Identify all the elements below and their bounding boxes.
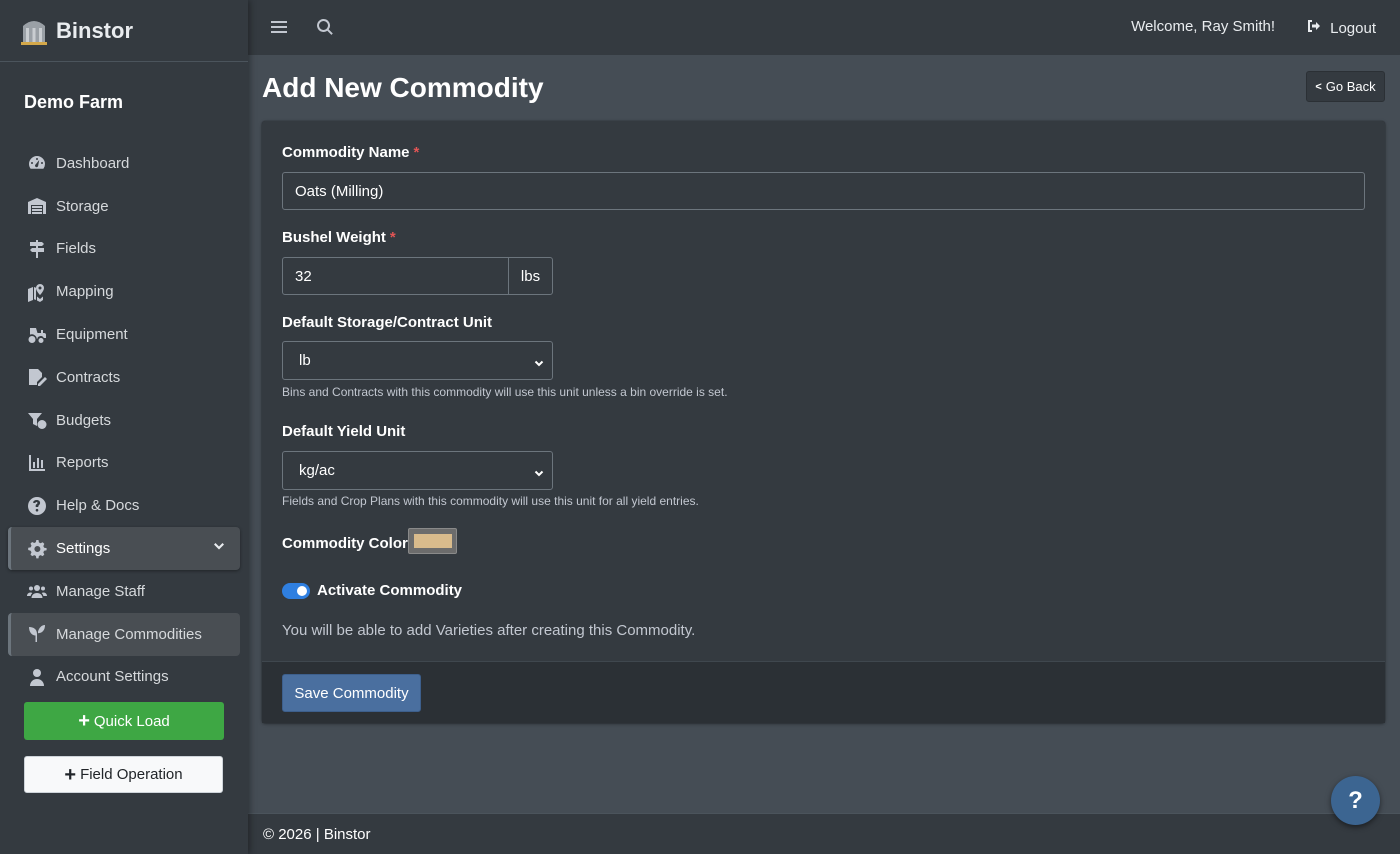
- storage-unit-value: lb: [299, 352, 311, 369]
- yield-unit-value: kg/ac: [299, 462, 335, 479]
- brand-name: Binstor: [56, 17, 133, 43]
- sidebar-item-label: Manage Commodities: [56, 625, 202, 643]
- hamburger-menu-icon[interactable]: [270, 18, 290, 38]
- sidebar: Binstor Demo Farm Dashboard Storage Fiel…: [0, 0, 248, 854]
- map-icon: [26, 282, 48, 302]
- silo-icon: [20, 16, 48, 46]
- quick-load-button[interactable]: + Quick Load: [24, 702, 224, 740]
- search-icon[interactable]: [316, 18, 336, 38]
- gauge-icon: [26, 153, 48, 173]
- contract-icon: [26, 367, 48, 387]
- sidebar-item-budgets[interactable]: Budgets: [8, 399, 240, 442]
- required-asterisk: *: [389, 229, 396, 246]
- go-back-button[interactable]: < Go Back: [1306, 71, 1385, 102]
- question-icon: [26, 496, 48, 516]
- bushel-weight-unit: lbs: [508, 257, 553, 295]
- sidebar-item-label: Help & Docs: [56, 497, 140, 515]
- logout-label: Logout: [1330, 19, 1376, 37]
- budget-icon: [26, 410, 48, 430]
- activate-commodity-label: Activate Commodity: [317, 582, 463, 599]
- sidebar-item-label: Mapping: [56, 283, 114, 301]
- storage-unit-help: Bins and Contracts with this commodity w…: [282, 385, 728, 399]
- activate-commodity-toggle[interactable]: [282, 583, 310, 599]
- sidebar-item-contracts[interactable]: Contracts: [8, 356, 240, 399]
- field-operation-label: Field Operation: [80, 766, 183, 783]
- warehouse-icon: [26, 196, 48, 216]
- bushel-weight-input[interactable]: [282, 257, 509, 295]
- sidebar-item-settings[interactable]: Settings: [8, 527, 240, 570]
- user-icon: [26, 667, 48, 687]
- page-title: Add New Commodity: [262, 72, 544, 103]
- save-commodity-button[interactable]: Save Commodity: [282, 674, 421, 712]
- chevron-down-icon: [212, 540, 226, 554]
- seedling-icon: [26, 624, 48, 644]
- sidebar-item-help-docs[interactable]: Help & Docs: [8, 484, 240, 527]
- bushel-weight-label: Bushel Weight *: [282, 229, 396, 246]
- quick-load-label: Quick Load: [93, 712, 170, 730]
- plus-icon: +: [64, 763, 77, 786]
- chevron-left-icon: <: [1315, 80, 1322, 93]
- yield-unit-help: Fields and Crop Plans with this commodit…: [282, 494, 699, 508]
- help-button[interactable]: ?: [1331, 776, 1380, 825]
- required-asterisk: *: [413, 144, 420, 161]
- welcome-message: Welcome, Ray Smith!: [1131, 18, 1275, 35]
- field-operation-button[interactable]: + Field Operation: [24, 756, 223, 793]
- commodity-name-label: Commodity Name *: [282, 144, 420, 161]
- sidebar-item-manage-staff[interactable]: Manage Staff: [8, 570, 240, 613]
- commodity-color-picker[interactable]: [408, 528, 457, 554]
- sidebar-item-equipment[interactable]: Equipment: [8, 313, 240, 356]
- commodity-name-input[interactable]: [282, 172, 1365, 210]
- sidebar-item-account-settings[interactable]: Account Settings: [8, 656, 240, 699]
- top-navbar: Welcome, Ray Smith! Logout: [248, 0, 1400, 55]
- sidebar-item-label: Manage Staff: [56, 582, 145, 600]
- tractor-icon: [26, 325, 48, 345]
- signpost-icon: [26, 239, 48, 259]
- plus-icon: +: [78, 710, 90, 732]
- sidebar-item-label: Reports: [56, 454, 109, 472]
- yield-unit-select[interactable]: kg/ac: [282, 451, 553, 490]
- sidebar-item-label: Equipment: [56, 326, 128, 344]
- sidebar-item-label: Budgets: [56, 411, 112, 429]
- chevron-down-icon: [534, 355, 544, 367]
- storage-unit-label: Default Storage/Contract Unit: [282, 314, 493, 331]
- page-footer: © 2026 | Binstor: [248, 813, 1400, 854]
- logout-link[interactable]: Logout: [1306, 18, 1376, 38]
- sidebar-item-mapping[interactable]: Mapping: [8, 270, 240, 313]
- logout-icon: [1306, 18, 1330, 38]
- card-footer: [262, 661, 1385, 723]
- sidebar-item-label: Fields: [56, 240, 97, 258]
- storage-unit-select[interactable]: lb: [282, 341, 553, 380]
- varieties-note: You will be able to add Varieties after …: [282, 622, 696, 639]
- color-swatch: [414, 534, 452, 548]
- sidebar-item-reports[interactable]: Reports: [8, 442, 240, 485]
- sidebar-item-label: Dashboard: [56, 154, 130, 172]
- sidebar-item-dashboard[interactable]: Dashboard: [8, 142, 240, 185]
- sidebar-item-fields[interactable]: Fields: [8, 228, 240, 271]
- toggle-knob: [297, 586, 307, 596]
- farm-name: Demo Farm: [24, 92, 124, 112]
- yield-unit-label: Default Yield Unit: [282, 423, 406, 440]
- sidebar-item-label: Settings: [56, 540, 111, 558]
- chart-icon: [26, 453, 48, 473]
- go-back-label: Go Back: [1325, 79, 1376, 94]
- sidebar-item-storage[interactable]: Storage: [8, 185, 240, 228]
- users-icon: [26, 581, 48, 601]
- sidebar-item-label: Contracts: [56, 368, 121, 386]
- commodity-form-card: Commodity Name* Bushel Weight* lbs Defau…: [262, 121, 1385, 723]
- sidebar-item-label: Storage: [56, 197, 109, 215]
- sidebar-item-label: Account Settings: [56, 668, 169, 686]
- commodity-color-label: Commodity Color: [282, 535, 408, 552]
- gear-icon: [26, 539, 48, 559]
- sidebar-item-manage-commodities[interactable]: Manage Commodities: [8, 612, 240, 656]
- sidebar-nav: Dashboard Storage Fields Mapping Equipme…: [0, 142, 248, 698]
- chevron-down-icon: [534, 465, 544, 477]
- brand[interactable]: Binstor: [0, 0, 248, 62]
